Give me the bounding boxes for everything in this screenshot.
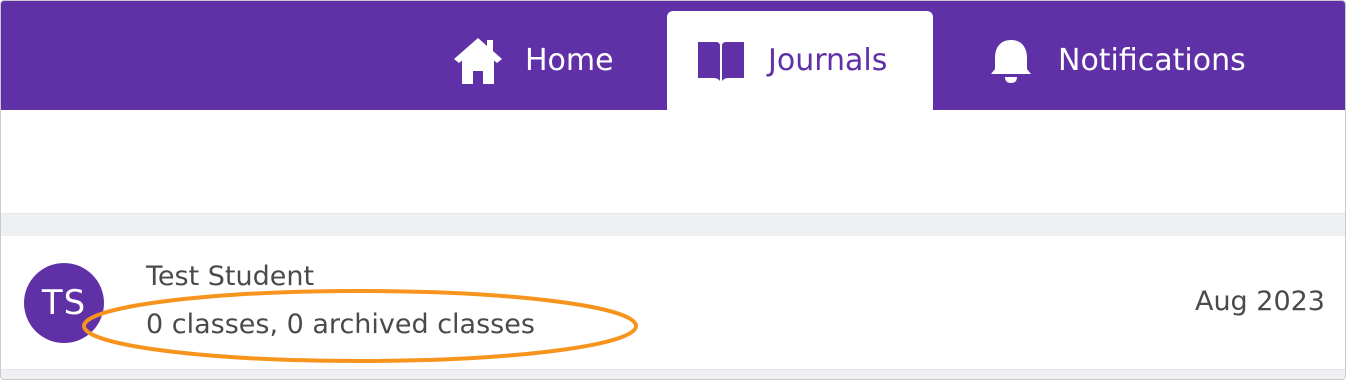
bell-icon bbox=[986, 36, 1036, 86]
student-date: Aug 2023 bbox=[1194, 286, 1325, 317]
student-name: Test Student bbox=[146, 261, 315, 292]
tab-home[interactable]: Home bbox=[453, 11, 643, 110]
list-footer-band bbox=[1, 369, 1345, 379]
book-icon bbox=[696, 36, 746, 86]
tab-journals-label: Journals bbox=[768, 43, 888, 78]
avatar-initials: TS bbox=[41, 283, 87, 323]
top-navbar: Home Journals Notifications bbox=[1, 1, 1345, 110]
student-row[interactable]: TS Test Student 0 classes, 0 archived cl… bbox=[1, 236, 1345, 369]
app-frame: Home Journals Notifications TS Test Stud… bbox=[0, 0, 1346, 380]
student-class-count: 0 classes, 0 archived classes bbox=[146, 309, 535, 340]
section-divider bbox=[1, 213, 1345, 236]
tab-home-label: Home bbox=[525, 43, 614, 78]
tab-notifications-label: Notifications bbox=[1058, 43, 1246, 78]
home-icon bbox=[453, 36, 503, 86]
tab-notifications[interactable]: Notifications bbox=[984, 11, 1284, 110]
tab-journals[interactable]: Journals bbox=[667, 11, 933, 110]
avatar: TS bbox=[24, 263, 104, 343]
